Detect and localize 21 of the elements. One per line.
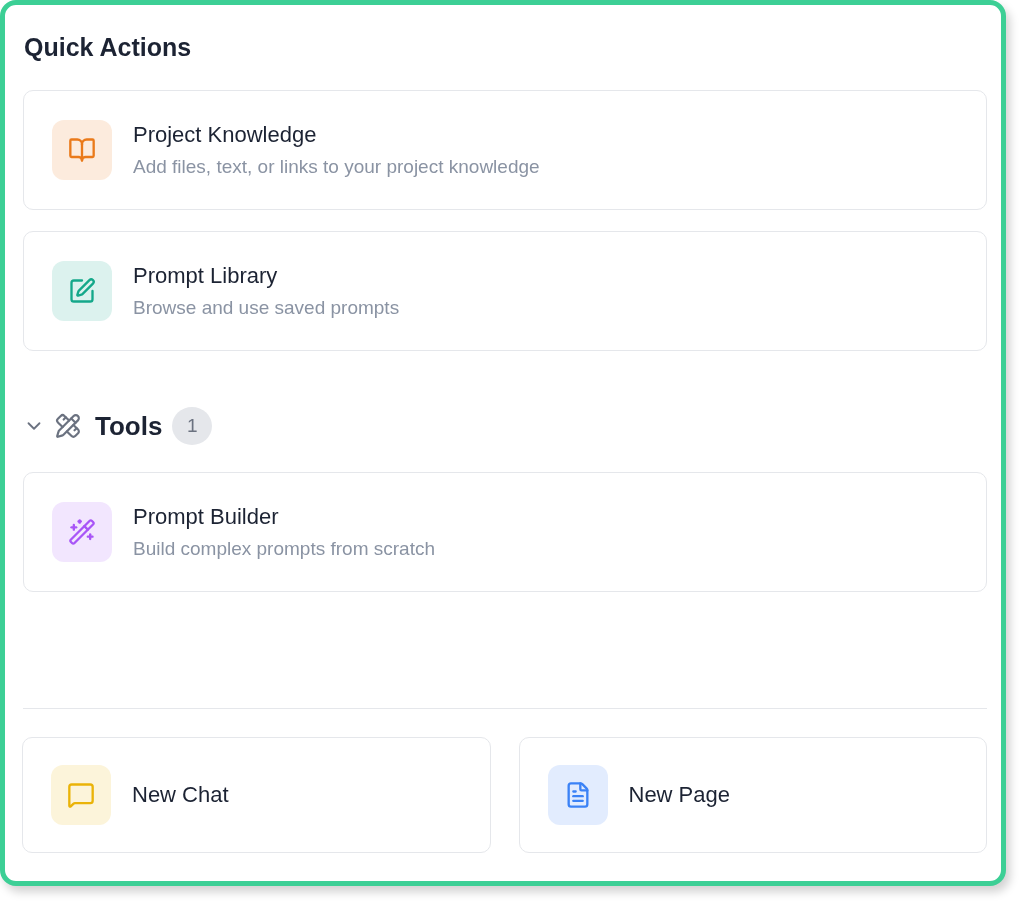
- action-card[interactable]: Project Knowledge Add files, text, or links to your project knowledge: [23, 90, 987, 210]
- book-icon: [68, 136, 96, 164]
- action-card[interactable]: Prompt Library Browse and use saved prompts: [23, 231, 987, 351]
- count-badge: 1: [172, 407, 213, 445]
- action-description: Build complex prompts from scratch: [133, 538, 435, 560]
- action-title: New Chat: [132, 782, 229, 808]
- action-description: Browse and use saved prompts: [133, 297, 400, 319]
- action-description: Add files, text, or links to your project knowledge: [133, 156, 540, 178]
- magic-wand-icon: [68, 518, 96, 546]
- action-title: New Page: [628, 782, 730, 808]
- panel-title: Quick Actions: [24, 33, 193, 62]
- chat-bubble-icon: [67, 781, 95, 809]
- section-title: Tools: [95, 410, 163, 442]
- action-title: Project Knowledge: [133, 122, 318, 148]
- action-title: Prompt Library: [133, 263, 279, 289]
- edit-icon: [68, 277, 96, 305]
- action-card[interactable]: New Chat: [22, 737, 491, 853]
- action-card[interactable]: Prompt Builder Build complex prompts from scratch: [23, 472, 987, 592]
- pencil-ruler-icon: [55, 413, 81, 439]
- action-card[interactable]: New Page: [518, 737, 987, 853]
- action-title: Prompt Builder: [133, 504, 280, 530]
